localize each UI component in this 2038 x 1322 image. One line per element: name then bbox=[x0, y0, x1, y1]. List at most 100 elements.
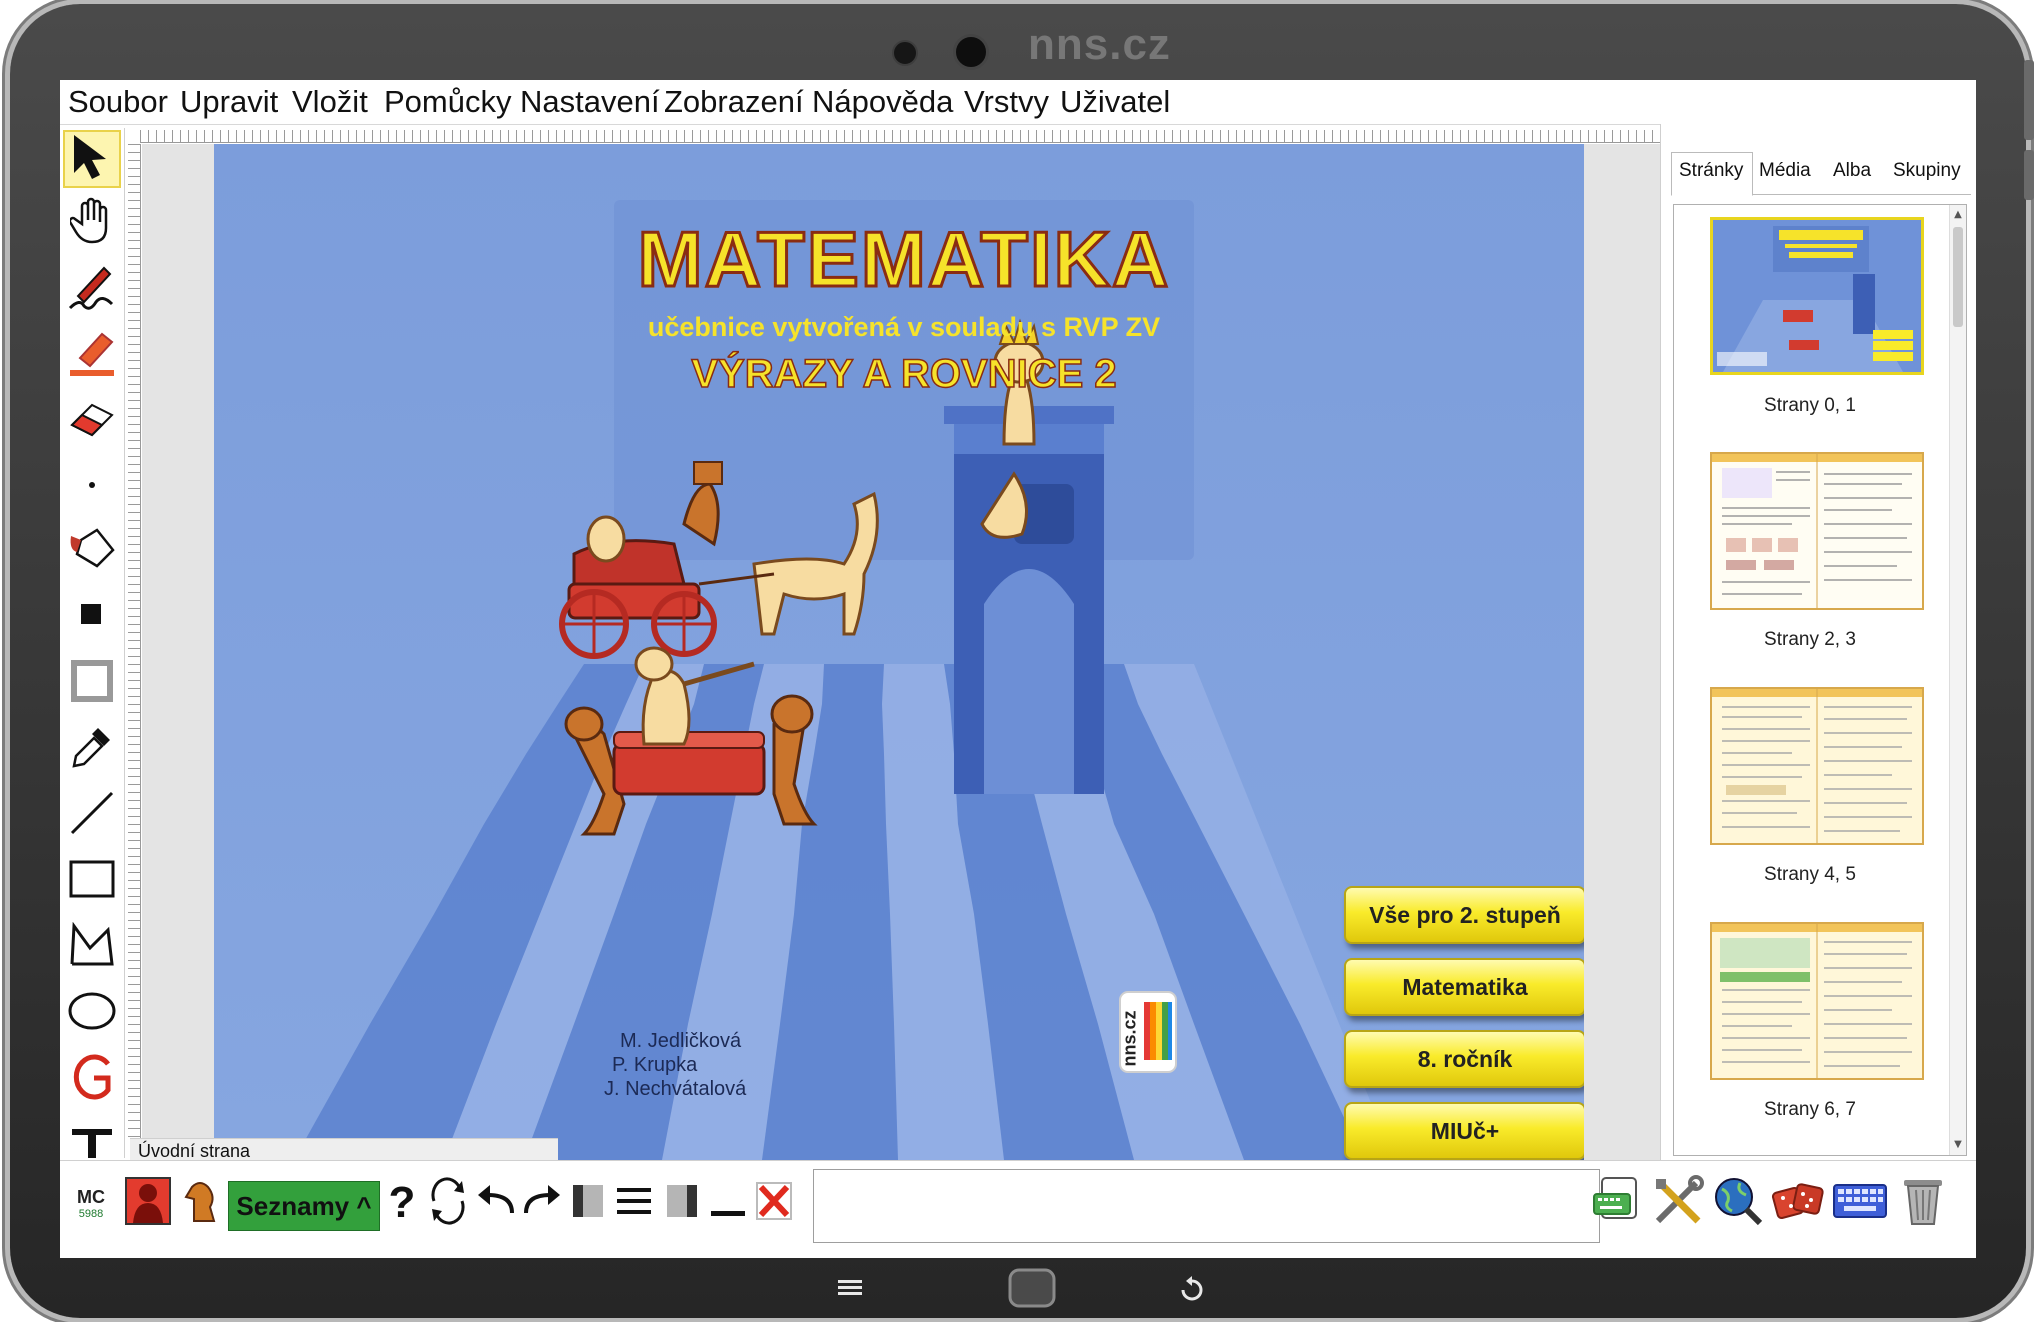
redo-button[interactable] bbox=[520, 1175, 564, 1231]
scrollbar-thumb[interactable] bbox=[1953, 227, 1963, 327]
eighth-grade-button[interactable]: 8. ročník bbox=[1344, 1030, 1584, 1088]
help-button[interactable]: ? bbox=[384, 1175, 420, 1231]
character-button[interactable] bbox=[182, 1175, 222, 1231]
layout-right-button[interactable] bbox=[664, 1175, 700, 1231]
tablet-keyboard-icon bbox=[1592, 1176, 1644, 1230]
mc-number: 5988 bbox=[78, 1207, 104, 1220]
eyedropper-tool[interactable] bbox=[63, 720, 121, 778]
eraser-tool[interactable] bbox=[63, 392, 121, 450]
page-thumbnails: Strany 0, 1 Strany 2, 3 Strany 4, 5 Stra… bbox=[1673, 204, 1967, 1156]
menu-zobrazeni[interactable]: Zobrazení bbox=[664, 84, 804, 120]
miuc-plus-button[interactable]: MIUč+ bbox=[1344, 1102, 1584, 1160]
dot-tool[interactable] bbox=[63, 458, 121, 516]
search-globe-button[interactable] bbox=[1712, 1175, 1764, 1231]
tab-skupiny[interactable]: Skupiny bbox=[1893, 160, 1961, 182]
hand-icon bbox=[68, 196, 114, 250]
author-name: J. Nechvátalová bbox=[604, 1078, 747, 1100]
camera-lens-icon bbox=[953, 34, 989, 70]
line-tool[interactable] bbox=[63, 786, 121, 844]
pointer-tool[interactable] bbox=[63, 130, 121, 188]
dot-icon bbox=[82, 475, 102, 499]
minimize-button[interactable] bbox=[710, 1175, 746, 1231]
thumbnail-pages-4-5[interactable] bbox=[1710, 687, 1924, 845]
thumbnail-label: Strany 2, 3 bbox=[1764, 629, 1856, 650]
scroll-up-icon[interactable]: ▲ bbox=[1952, 209, 1964, 221]
mc-badge[interactable]: MC 5988 bbox=[68, 1175, 114, 1231]
menu-nav-icon[interactable] bbox=[836, 1276, 864, 1304]
pen-icon bbox=[68, 262, 116, 316]
cover-page[interactable]: MATEMATIKA učebnice vytvořená v souladu … bbox=[214, 144, 1584, 1160]
message-field[interactable] bbox=[813, 1169, 1600, 1243]
tab-media[interactable]: Média bbox=[1759, 160, 1811, 182]
menu-uzivatel[interactable]: Uživatel bbox=[1060, 84, 1170, 120]
rectangle-tool[interactable] bbox=[63, 852, 121, 910]
keyboard-icon bbox=[1832, 1181, 1888, 1225]
outline-shape-tool[interactable] bbox=[63, 654, 121, 712]
filled-shape-tool[interactable] bbox=[63, 588, 121, 646]
menu-nastaveni[interactable]: Nastavení bbox=[520, 84, 660, 120]
all-for-second-grade-button[interactable]: Vše pro 2. stupeň bbox=[1344, 886, 1584, 944]
thumbnail-label: Strany 6, 7 bbox=[1764, 1099, 1856, 1120]
page-thumbnail-image bbox=[1712, 924, 1922, 1078]
menu-napoveda[interactable]: Nápověda bbox=[812, 84, 953, 120]
home-button[interactable] bbox=[1008, 1268, 1056, 1312]
rectangle-icon bbox=[68, 859, 116, 903]
thumbnail-pages-0-1[interactable] bbox=[1710, 217, 1924, 375]
filled-square-icon bbox=[79, 602, 105, 632]
layout-left-button[interactable] bbox=[570, 1175, 606, 1231]
menu-soubor[interactable]: Soubor bbox=[68, 84, 168, 120]
vertical-ruler bbox=[128, 144, 141, 1144]
scroll-down-icon[interactable]: ▼ bbox=[1952, 1139, 1964, 1151]
thumbnails-scrollbar[interactable]: ▲ ▼ bbox=[1949, 205, 1966, 1155]
keyboard-button[interactable] bbox=[1832, 1175, 1888, 1231]
text-tool[interactable] bbox=[63, 1114, 121, 1158]
eraser-icon bbox=[68, 399, 116, 443]
lists-button[interactable]: Seznamy ^ bbox=[228, 1181, 380, 1231]
thumbnail-pages-2-3[interactable] bbox=[1710, 452, 1924, 610]
menu-vlozit[interactable]: Vložit bbox=[292, 84, 368, 120]
menu-upravit[interactable]: Upravit bbox=[180, 84, 278, 120]
device-brand: nns.cz bbox=[1028, 20, 1171, 69]
panel-left-icon bbox=[571, 1183, 605, 1223]
app-screen: Soubor Upravit Vložit Pomůcky Nastavení … bbox=[60, 80, 1976, 1258]
panel-right-icon bbox=[665, 1183, 699, 1223]
page-thumbnail-image bbox=[1712, 454, 1922, 608]
pointer-icon bbox=[70, 133, 114, 185]
hand-tool[interactable] bbox=[63, 194, 121, 252]
undo-icon bbox=[474, 1181, 518, 1225]
ellipse-tool[interactable] bbox=[63, 984, 121, 1042]
tab-stranky[interactable]: Stránky bbox=[1679, 160, 1743, 182]
dice-button[interactable] bbox=[1771, 1175, 1824, 1231]
menu-bar: Soubor Upravit Vložit Pomůcky Nastavení … bbox=[60, 80, 1976, 125]
menu-lines-button[interactable] bbox=[616, 1175, 652, 1231]
chess-knight-icon bbox=[184, 1177, 220, 1229]
user-icon bbox=[125, 1177, 171, 1229]
cover-title: MATEMATIKA bbox=[636, 214, 1171, 305]
pen-tool[interactable] bbox=[63, 260, 121, 318]
tools-button[interactable] bbox=[1652, 1175, 1704, 1231]
tools-icon bbox=[1652, 1175, 1704, 1231]
menu-vrstvy[interactable]: Vrstvy bbox=[964, 84, 1049, 120]
polygon-icon bbox=[68, 921, 116, 972]
undo-button[interactable] bbox=[474, 1175, 518, 1231]
trash-button[interactable] bbox=[1898, 1175, 1948, 1231]
back-nav-icon[interactable] bbox=[1178, 1276, 1206, 1308]
device-keyboard-button[interactable] bbox=[1592, 1175, 1644, 1231]
eyedropper-icon bbox=[68, 722, 116, 776]
highlighter-icon bbox=[68, 328, 116, 382]
polygon-tool[interactable] bbox=[63, 918, 121, 976]
tab-alba[interactable]: Alba bbox=[1833, 160, 1871, 182]
trash-icon bbox=[1900, 1174, 1946, 1232]
mathematics-button[interactable]: Matematika bbox=[1344, 958, 1584, 1016]
handwriting-tool[interactable] bbox=[63, 1050, 121, 1108]
close-button[interactable] bbox=[754, 1175, 794, 1231]
highlighter-tool[interactable] bbox=[63, 326, 121, 384]
thumbnail-pages-6-7[interactable] bbox=[1710, 922, 1924, 1080]
menu-pomucky[interactable]: Pomůcky bbox=[384, 84, 511, 120]
user-button[interactable] bbox=[124, 1175, 172, 1231]
ellipse-icon bbox=[67, 991, 117, 1035]
fill-tool[interactable] bbox=[63, 522, 121, 580]
cover-subtitle: učebnice vytvořená v souladu s RVP ZV bbox=[647, 312, 1161, 342]
close-icon bbox=[755, 1181, 793, 1225]
refresh-button[interactable] bbox=[426, 1175, 470, 1231]
